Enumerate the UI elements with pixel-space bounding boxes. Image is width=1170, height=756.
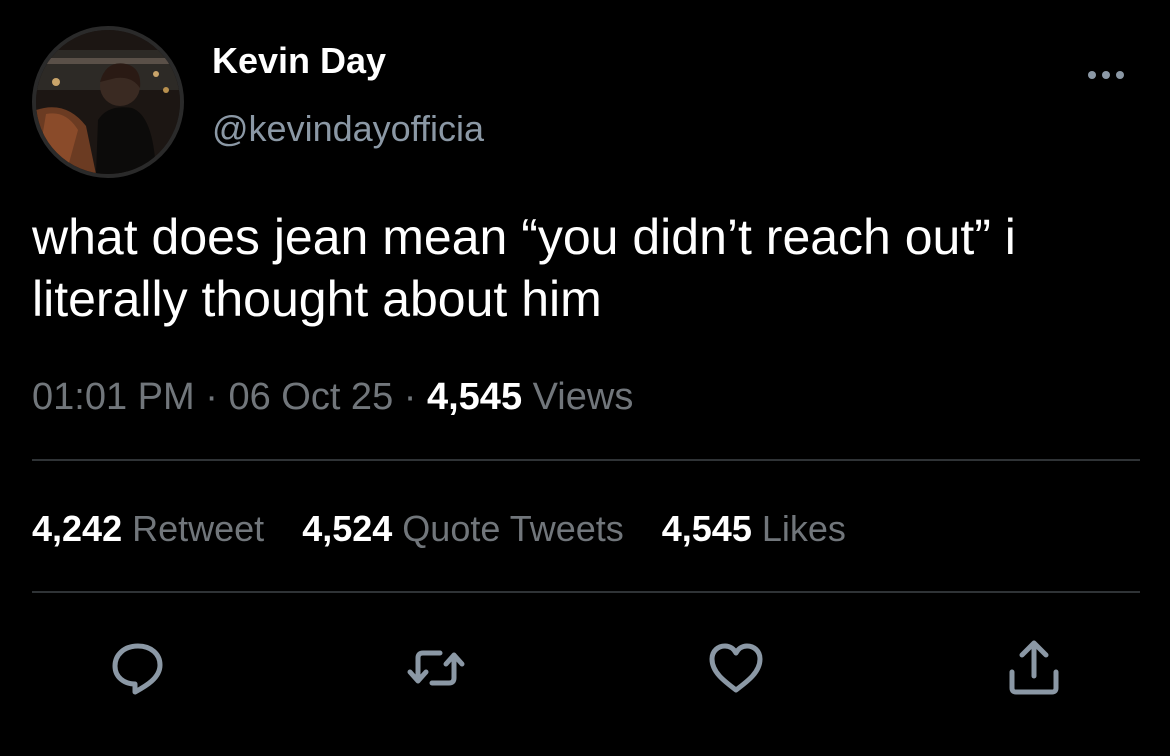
tweet-date[interactable]: 06 Oct 25	[228, 376, 393, 418]
likes-count: 4,545	[661, 508, 752, 549]
heart-icon	[709, 643, 763, 693]
tweet-card: Kevin Day @kevindayofficia what does jea…	[0, 0, 1170, 756]
share-button[interactable]	[1004, 638, 1064, 698]
retweet-icon	[407, 650, 465, 686]
like-button[interactable]	[706, 638, 766, 698]
meta-separator: ·	[205, 376, 218, 418]
quote-tweets-stat[interactable]: 4,524 Quote Tweets	[302, 508, 624, 549]
avatar-image	[36, 30, 180, 174]
tweet-meta: 01:01 PM · 06 Oct 25 · 4,545 Views	[32, 376, 633, 419]
likes-stat[interactable]: 4,545 Likes	[662, 508, 846, 549]
reply-button[interactable]	[108, 638, 168, 698]
tweet-text: what does jean mean “you didn’t reach ou…	[32, 209, 1016, 327]
reply-icon	[112, 643, 163, 695]
avatar[interactable]	[32, 26, 184, 178]
more-icon[interactable]	[1084, 60, 1128, 90]
quote-tweets-label: Quote Tweets	[402, 508, 624, 549]
user-handle[interactable]: @kevindayofficia	[212, 108, 484, 150]
divider	[32, 591, 1140, 593]
quote-tweets-count: 4,524	[302, 508, 393, 549]
retweets-stat[interactable]: 4,242 Retweet	[32, 508, 264, 549]
display-name[interactable]: Kevin Day	[212, 40, 386, 82]
tweet-stats: 4,242 Retweet 4,524 Quote Tweets 4,545 Lik…	[32, 508, 884, 550]
retweets-label: Retweet	[132, 508, 265, 549]
retweet-button[interactable]	[406, 638, 466, 698]
views-label: Views	[532, 376, 634, 418]
views-count: 4,545	[426, 376, 523, 418]
share-icon	[1009, 640, 1059, 695]
tweet-time[interactable]: 01:01 PM	[32, 376, 195, 418]
meta-separator: ·	[403, 376, 417, 418]
likes-label: Likes	[761, 508, 846, 549]
divider	[32, 459, 1140, 461]
retweets-count: 4,242	[32, 508, 123, 549]
